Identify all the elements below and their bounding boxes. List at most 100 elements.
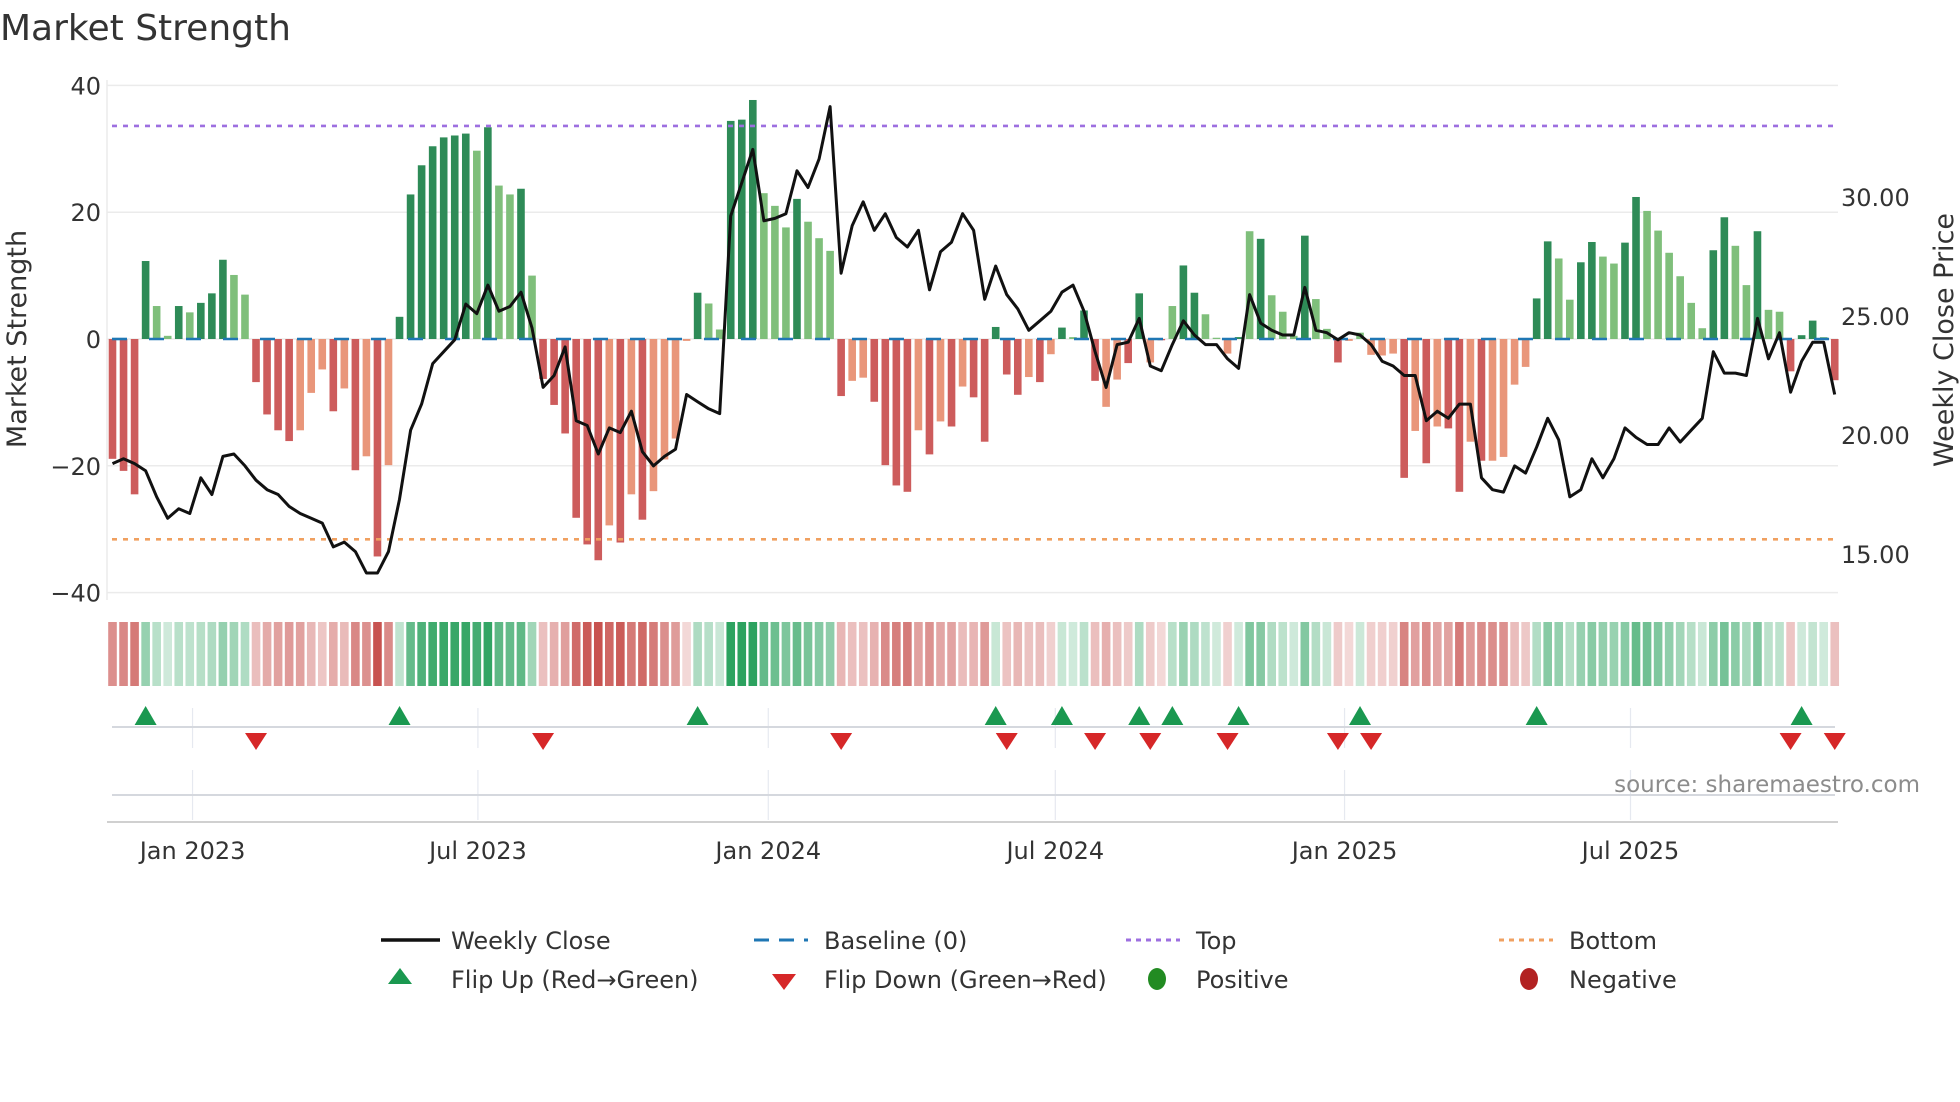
heat-cell [715, 622, 724, 686]
heat-cell [1797, 622, 1806, 686]
strength-bar-positive [395, 316, 404, 339]
flip-down-marker [1139, 733, 1162, 750]
heat-cell [1035, 622, 1045, 686]
heat-cell [1576, 622, 1586, 686]
heat-cell [693, 622, 702, 686]
flip-up-marker [1525, 706, 1548, 725]
strength-bar-positive [1742, 285, 1751, 339]
strength-bar-positive [1698, 328, 1707, 339]
strength-bar-positive [185, 312, 194, 339]
flip-down-marker [532, 733, 555, 750]
strength-bar-negative [1455, 339, 1464, 492]
heat-cell [1433, 622, 1442, 686]
heat-cell [781, 622, 791, 686]
heat-cell [1223, 622, 1232, 686]
strength-bar-positive [1764, 309, 1773, 339]
strength-bar-positive [1554, 258, 1563, 339]
heat-cell [1300, 622, 1310, 686]
strength-bar-negative [572, 339, 580, 518]
heat-cell [1664, 622, 1674, 686]
heat-cell [174, 622, 184, 686]
heat-cell [483, 622, 493, 686]
strength-bar-positive [1058, 327, 1066, 339]
strength-bar-negative [969, 339, 978, 398]
strength-bar-positive [517, 188, 525, 339]
heat-cell [847, 622, 857, 686]
legend-positive: Positive [1196, 966, 1289, 994]
heat-cell [1046, 622, 1056, 686]
heat-cell [1675, 622, 1685, 686]
strength-bar-positive [826, 250, 834, 339]
heat-cell [1455, 622, 1464, 686]
strength-bar-positive [1588, 241, 1596, 339]
flip-down-marker [995, 733, 1018, 750]
heat-cell [1278, 622, 1288, 686]
heat-cell [947, 622, 956, 686]
y-right-tick-label: 25.00 [1841, 303, 1910, 331]
heat-cell [936, 622, 945, 686]
strength-bar-positive [506, 194, 514, 339]
heat-cell [748, 622, 758, 686]
heat-cell [1289, 622, 1299, 686]
heat-cell [1245, 622, 1254, 686]
strength-bar-negative [859, 339, 868, 378]
heat-cell [1311, 622, 1321, 686]
strength-bar-negative [1830, 339, 1839, 381]
heat-cell [627, 622, 636, 686]
strength-bar-positive [693, 292, 702, 339]
heat-cell [1786, 622, 1795, 686]
heat-cell [1764, 622, 1773, 686]
heat-cell [538, 622, 548, 686]
flip-up-marker [1227, 706, 1250, 725]
heat-cell [1134, 622, 1144, 686]
heat-cell [1234, 622, 1243, 686]
legend-negative: Negative [1569, 966, 1677, 994]
heat-cell [682, 622, 691, 686]
y-right-tick-label: 30.00 [1841, 184, 1910, 212]
heat-cell [1013, 622, 1023, 686]
strength-bar-negative [296, 339, 304, 431]
heat-cell [1168, 622, 1177, 686]
negative-dot-icon [1520, 968, 1538, 990]
strength-bar-positive [1676, 276, 1684, 339]
strength-bar-positive [1654, 230, 1662, 339]
strength-bar-positive [782, 227, 790, 339]
heat-cell [1587, 622, 1597, 686]
heat-cell [329, 622, 338, 686]
heat-cell [295, 622, 305, 686]
strength-bar-positive [428, 146, 437, 339]
heat-cell [1024, 622, 1034, 686]
strength-bar-positive [1201, 314, 1210, 339]
heat-cell [317, 622, 327, 686]
strength-bar-positive [1665, 252, 1673, 339]
heat-cell [494, 622, 504, 686]
heat-cell [218, 622, 228, 686]
heat-cell [428, 622, 437, 686]
strength-bar-positive [793, 198, 801, 339]
heat-cell [616, 622, 625, 686]
heat-cell [892, 622, 901, 686]
strength-bar-negative [1477, 339, 1486, 461]
strength-bar-negative [870, 339, 879, 402]
flip-up-marker [134, 706, 157, 725]
strength-bar-negative [936, 339, 945, 422]
strength-bar-positive [219, 259, 227, 339]
heat-cell [925, 622, 934, 686]
strength-bar-positive [484, 127, 492, 339]
strength-bar-negative [1013, 339, 1022, 395]
heat-cell [141, 622, 150, 686]
strength-bar-negative [1047, 339, 1055, 355]
strength-bar-negative [1025, 339, 1033, 378]
strength-bar-negative [285, 339, 293, 442]
heat-cell [1410, 622, 1420, 686]
y-tick-label: −40 [50, 580, 101, 608]
heat-cell [1686, 622, 1696, 686]
heat-cell [1112, 622, 1122, 686]
strength-bar-negative [649, 339, 658, 492]
heat-cell [516, 622, 526, 686]
heat-cell [605, 622, 614, 686]
legend-flip-up: Flip Up (Red→Green) [451, 966, 699, 994]
strength-bar-negative [660, 339, 669, 460]
strength-bar-negative [1378, 339, 1386, 356]
heat-cell [1333, 622, 1343, 686]
